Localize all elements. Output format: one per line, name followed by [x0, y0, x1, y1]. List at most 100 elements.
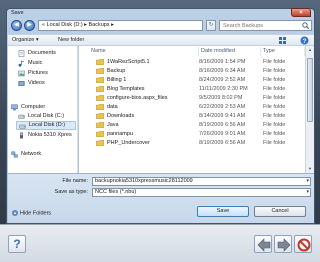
back-button[interactable]: ◀ [11, 20, 22, 31]
help-button[interactable]: ? [8, 235, 26, 253]
folder-icon [96, 86, 104, 92]
file-name-cell: 1WaRezScript5.1 [107, 59, 150, 65]
nav-item-local-disk-d[interactable]: Local Disk (D:) [16, 121, 76, 130]
date-modified-cell: 8/19/2009 6:56 AM [199, 122, 246, 128]
network-icon [11, 151, 18, 158]
phone-icon [20, 132, 23, 139]
search-box[interactable] [219, 20, 312, 31]
forward-button[interactable]: ▶ [24, 20, 35, 31]
column-header-name[interactable]: Name [89, 47, 199, 56]
file-name-label: File name: [62, 178, 88, 184]
file-name-cell: Blog Templates [107, 86, 145, 92]
column-header-type[interactable]: Type [261, 47, 305, 56]
date-modified-cell: 7/26/2009 9:01 AM [199, 131, 246, 137]
table-row[interactable]: Backup 8/16/2009 6:34 AM File folde [79, 67, 305, 76]
file-name-cell: pannampu [107, 131, 133, 137]
organize-menu[interactable]: Organize ▾ [12, 37, 39, 44]
type-cell: File folde [263, 140, 286, 146]
navigation-pane: Documents Music Pictures Videos Computer… [8, 46, 78, 173]
nav-item-label: Music [28, 60, 43, 66]
folder-icon [96, 104, 104, 110]
save-dialog: Save × ◀ ▶ « Local Disk (D:) ▸ Backups ▸… [6, 8, 315, 224]
file-list: Name Date modified Type 1WaRezScript5.1 8… [79, 46, 305, 173]
folder-icon [96, 140, 104, 146]
date-modified-cell: 8/19/2009 6:56 AM [199, 140, 246, 146]
address-bar[interactable]: « Local Disk (D:) ▸ Backups ▸ [38, 20, 203, 31]
nav-item-label: Computer [21, 104, 46, 110]
search-input[interactable] [220, 21, 302, 30]
nav-item-label: Videos [28, 80, 45, 86]
type-cell: File folde [263, 86, 286, 92]
hide-folders-toggle[interactable]: ▲ Hide Folders [12, 210, 51, 217]
save-form: File name: backupnokia5310xpressmusic281… [8, 173, 314, 223]
type-cell: File folde [263, 68, 286, 74]
save-as-type-value: NCC files (*.nbu) [95, 189, 137, 195]
date-modified-cell: 8/16/2009 1:54 PM [199, 59, 246, 65]
file-name-cell: Java [107, 122, 119, 128]
new-folder-button[interactable]: New folder [58, 37, 84, 44]
stop-button[interactable] [294, 235, 312, 253]
videos-icon [18, 81, 25, 86]
file-name-cell: data [107, 104, 118, 110]
svg-text:?: ? [303, 39, 307, 45]
views-icon[interactable] [278, 36, 288, 45]
table-row[interactable]: Blog Templates 11/11/2009 2:30 PM File fol… [79, 85, 305, 94]
chevron-down-icon[interactable]: ▾ [306, 189, 309, 196]
type-cell: File folde [263, 59, 286, 65]
app-bottom-bar [0, 224, 320, 262]
table-row[interactable]: Billing 1 8/24/2009 2:52 AM File folde [79, 76, 305, 85]
file-name-field[interactable]: backupnokia5310xpressmusic28112009 ▾ [92, 177, 311, 186]
command-bar: Organize ▾ New folder ? [8, 34, 314, 46]
file-name-cell: configure-bios.aspx_files [107, 95, 168, 101]
date-modified-cell: 8/24/2009 2:52 AM [199, 77, 246, 83]
nav-item-label: Nokia 5310 Xpres [28, 132, 72, 138]
folder-icon [96, 77, 104, 83]
forward-arrow-button[interactable] [274, 235, 292, 253]
back-arrow-icon [257, 238, 271, 252]
table-row[interactable]: Java 8/19/2009 6:56 AM File folde [79, 121, 305, 130]
table-row[interactable]: 1WaRezScript5.1 8/16/2009 1:54 PM File fol… [79, 58, 305, 67]
address-row: ◀ ▶ « Local Disk (D:) ▸ Backups ▸ ↻ [11, 20, 312, 32]
column-header-date[interactable]: Date modified [199, 47, 261, 56]
file-name-cell: Downloads [107, 113, 135, 119]
save-button[interactable]: Save [197, 206, 249, 217]
pictures-icon [18, 70, 25, 77]
scroll-down-icon[interactable]: ▼ [307, 166, 313, 172]
cancel-button[interactable]: Cancel [254, 206, 306, 217]
table-row[interactable]: data 6/22/2009 2:53 AM File folde [79, 103, 305, 112]
nav-item-label: Network [21, 151, 42, 157]
scroll-up-icon[interactable]: ▲ [307, 47, 313, 53]
documents-icon [18, 50, 25, 57]
back-arrow-button[interactable] [254, 235, 272, 253]
chevron-up-icon: ▲ [12, 210, 18, 216]
dialog-title: Save [11, 10, 24, 16]
chevron-down-icon[interactable]: ▾ [306, 178, 309, 185]
refresh-button[interactable]: ↻ [206, 20, 216, 31]
folder-icon [96, 59, 104, 65]
nav-item-label: Local Disk (D:) [29, 122, 66, 128]
folder-icon [96, 113, 104, 119]
file-name-cell: Billing 1 [107, 77, 127, 83]
forward-arrow-icon [277, 238, 291, 252]
save-as-type-select[interactable]: NCC files (*.nbu) ▾ [92, 188, 311, 197]
drive-icon [19, 124, 26, 129]
table-row[interactable]: Downloads 8/14/2009 9:41 AM File folde [79, 112, 305, 121]
nav-item-label: Local Disk (C:) [28, 113, 65, 119]
type-cell: File folde [263, 113, 286, 119]
table-row[interactable]: PHP_Undercover 8/19/2009 6:56 AM File fold… [79, 139, 305, 148]
help-icon[interactable]: ? [300, 36, 309, 45]
nav-item-label: Pictures [28, 70, 48, 76]
close-button[interactable]: × [291, 8, 311, 17]
file-name-cell: PHP_Undercover [107, 140, 150, 146]
date-modified-cell: 8/14/2009 9:41 AM [199, 113, 246, 119]
date-modified-cell: 8/16/2009 6:34 AM [199, 68, 246, 74]
type-cell: File folde [263, 122, 286, 128]
type-cell: File folde [263, 95, 286, 101]
folder-icon [96, 122, 104, 128]
folder-icon [96, 68, 104, 74]
scrollbar-thumb[interactable] [307, 58, 313, 122]
table-row[interactable]: configure-bios.aspx_files 9/5/2009 8:02 P… [79, 94, 305, 103]
vertical-scrollbar[interactable]: ▲ ▼ [305, 46, 314, 173]
table-row[interactable]: pannampu 7/26/2009 9:01 AM File folde [79, 130, 305, 139]
nav-item-label: Documents [28, 50, 56, 56]
